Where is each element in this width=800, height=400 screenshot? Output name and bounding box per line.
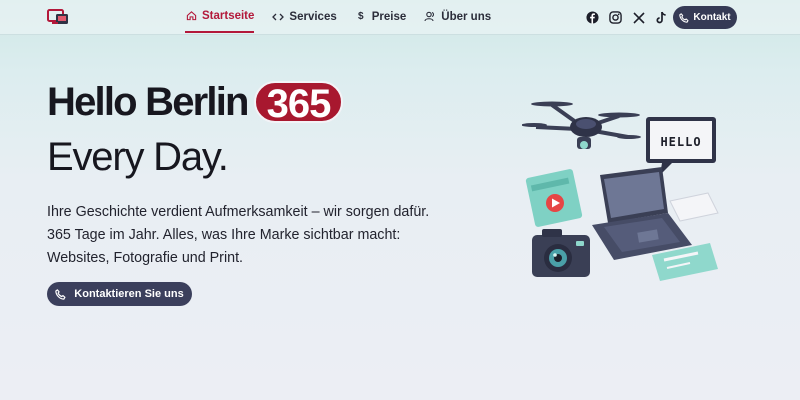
contact-button[interactable]: Kontakt — [673, 6, 737, 29]
hello-monitor-icon: HELLO — [646, 117, 716, 175]
social-links — [585, 10, 677, 25]
hero-lead-line: Ihre Geschichte verdient Aufmerksamkeit … — [47, 204, 430, 220]
phone-icon — [679, 12, 689, 23]
home-icon — [185, 10, 197, 22]
hero-illustration: HELLO — [522, 101, 719, 281]
hero-lead-line: 365 Tage im Jahr. Alles, was Ihre Marke … — [47, 227, 401, 243]
nav-label: Über uns — [441, 10, 492, 23]
video-card-icon — [525, 169, 583, 227]
nav-label: Services — [289, 10, 337, 23]
dollar-icon: $ — [357, 11, 364, 22]
monitor-text: HELLO — [660, 135, 701, 149]
hero-title-text: Hello Berlin — [47, 80, 249, 124]
users-icon — [424, 11, 436, 23]
hero-lead: Ihre Geschichte verdient Aufmerksamkeit … — [47, 201, 467, 270]
nav-services[interactable]: Services — [272, 0, 337, 33]
drone-icon — [522, 101, 641, 149]
hero-title-badge: 365 — [253, 81, 344, 125]
tiktok-icon[interactable] — [654, 10, 669, 25]
nav-startseite[interactable]: Startseite — [185, 0, 255, 33]
instagram-icon[interactable] — [608, 10, 623, 25]
logo-icon[interactable] — [47, 7, 71, 27]
facebook-icon[interactable] — [585, 10, 600, 25]
phone-icon — [55, 288, 66, 300]
camera-icon — [532, 229, 590, 277]
contact-button-label: Kontakt — [693, 12, 731, 23]
nav-label: Startseite — [202, 9, 255, 22]
cta-label: Kontaktieren Sie uns — [74, 288, 184, 300]
hero-lead-line: Websites, Fotografie und Print. — [47, 250, 244, 266]
x-icon[interactable] — [631, 10, 646, 25]
hero-subtitle: Every Day. — [47, 135, 229, 179]
code-icon — [272, 11, 285, 23]
nav-label: Preise — [371, 10, 407, 23]
main-nav: Startseite Services $ Preise Über uns — [185, 0, 509, 35]
nav-ueber-uns[interactable]: Über uns — [424, 0, 491, 33]
hero-title: Hello Berlin 365 — [47, 78, 344, 126]
paper-card-icon — [669, 192, 719, 222]
nav-preise[interactable]: $ Preise — [355, 0, 407, 33]
contact-cta-button[interactable]: Kontaktieren Sie uns — [47, 282, 192, 306]
site-header: Startseite Services $ Preise Über uns Ko… — [0, 0, 800, 35]
